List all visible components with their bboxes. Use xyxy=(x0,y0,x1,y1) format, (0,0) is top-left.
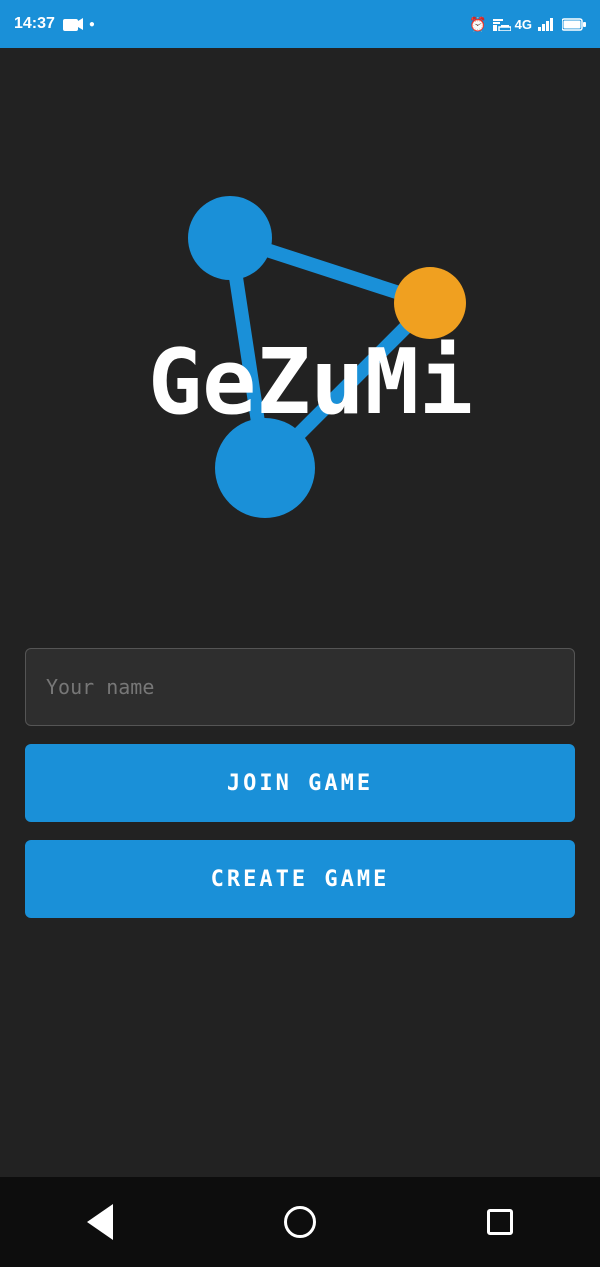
logo-container: GeZuMi xyxy=(90,148,510,588)
recents-icon xyxy=(487,1209,513,1235)
4g-icon: 4G xyxy=(515,17,532,32)
status-right-icons: ⏰ 4G xyxy=(469,16,586,33)
home-icon xyxy=(284,1206,316,1238)
cast-icon xyxy=(493,17,511,31)
battery-icon xyxy=(562,18,586,31)
svg-text:GeZuMi: GeZuMi xyxy=(148,330,473,435)
app-logo: GeZuMi xyxy=(90,148,510,588)
dot-icon: ● xyxy=(89,19,95,30)
back-icon xyxy=(87,1204,113,1240)
alarm-icon: ⏰ xyxy=(469,16,486,33)
name-input[interactable] xyxy=(25,648,575,726)
status-left-icons: ● xyxy=(63,17,95,31)
signal-icon xyxy=(538,17,556,31)
logo-area: GeZuMi xyxy=(20,88,580,648)
status-left: 14:37 ● xyxy=(14,15,95,33)
nav-bar xyxy=(0,1177,600,1267)
recents-button[interactable] xyxy=(475,1197,525,1247)
camera-icon xyxy=(63,17,83,31)
status-bar: 14:37 ● ⏰ 4G xyxy=(0,0,600,48)
join-game-button[interactable]: JOIN GAME xyxy=(25,744,575,822)
create-game-button[interactable]: CREATE GAME xyxy=(25,840,575,918)
status-time: 14:37 xyxy=(14,15,55,33)
home-button[interactable] xyxy=(275,1197,325,1247)
back-button[interactable] xyxy=(75,1197,125,1247)
controls-area: JOIN GAME CREATE GAME xyxy=(20,648,580,918)
main-content: GeZuMi JOIN GAME CREATE GAME xyxy=(0,48,600,1177)
